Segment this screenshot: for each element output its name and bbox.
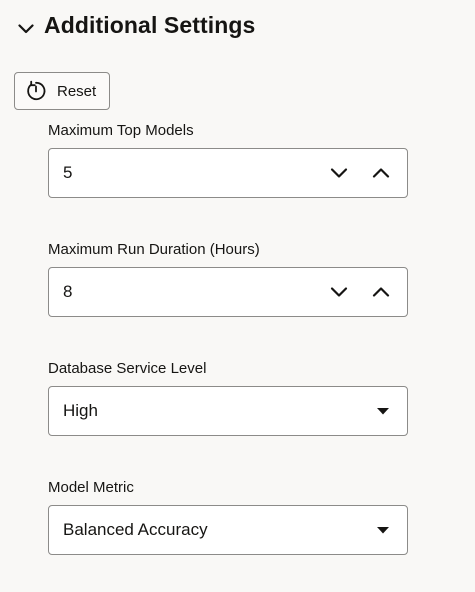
- caret-down-icon[interactable]: [376, 406, 390, 416]
- reset-button-label: Reset: [57, 82, 97, 100]
- additional-settings-header[interactable]: Additional Settings: [16, 12, 255, 39]
- increment-chevron-up-icon[interactable]: [370, 281, 392, 303]
- db-service-level-select[interactable]: High: [48, 386, 408, 436]
- max-run-duration-value[interactable]: 8: [63, 282, 328, 302]
- model-metric-select[interactable]: Balanced Accuracy: [48, 505, 408, 555]
- chevron-down-icon[interactable]: [16, 19, 36, 39]
- section-title: Additional Settings: [44, 12, 256, 38]
- increment-chevron-up-icon[interactable]: [370, 162, 392, 184]
- max-top-models-input[interactable]: 5: [48, 148, 408, 198]
- db-service-level-label: Database Service Level: [48, 360, 207, 377]
- max-top-models-value[interactable]: 5: [63, 163, 328, 183]
- model-metric-value: Balanced Accuracy: [63, 520, 208, 539]
- decrement-chevron-down-icon[interactable]: [328, 162, 350, 184]
- max-run-duration-label: Maximum Run Duration (Hours): [48, 241, 260, 258]
- max-top-models-label: Maximum Top Models: [48, 122, 194, 139]
- model-metric-label: Model Metric: [48, 479, 134, 496]
- reset-button[interactable]: Reset: [14, 72, 110, 110]
- reset-icon: [25, 80, 47, 102]
- caret-down-icon[interactable]: [376, 525, 390, 535]
- max-run-duration-input[interactable]: 8: [48, 267, 408, 317]
- decrement-chevron-down-icon[interactable]: [328, 281, 350, 303]
- db-service-level-value: High: [63, 401, 98, 420]
